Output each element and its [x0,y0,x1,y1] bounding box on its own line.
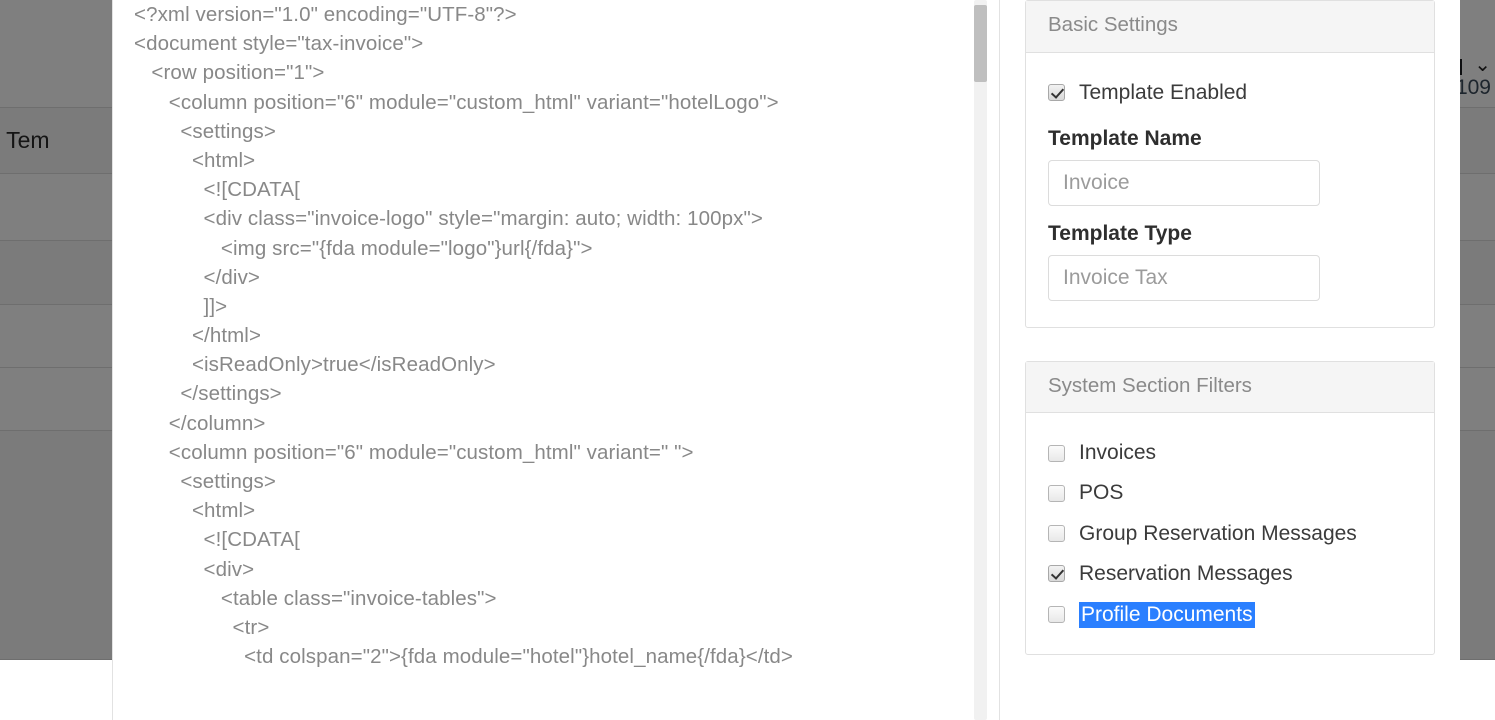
code-scrollbar-thumb[interactable] [974,5,987,82]
filter-label: POS [1079,481,1123,505]
system-section-filters-body: Invoices POS Group Reservation Messages Res… [1026,413,1434,654]
basic-settings-body: Template Enabled Template Name Template … [1026,53,1434,327]
code-line: <![CDATA[ [134,525,957,554]
code-line: <div> [134,555,957,584]
xml-code-editor-pane[interactable]: <?xml version="1.0" encoding="UTF-8"?><d… [112,0,1000,720]
filter-label: Reservation Messages [1079,562,1293,586]
filter-row-reservation-messages[interactable]: Reservation Messages [1048,562,1412,586]
code-line: <row position="1"> [134,58,957,87]
settings-sidebar: Basic Settings Template Enabled Template… [1000,0,1460,720]
filter-label: Profile Documents [1079,602,1255,628]
code-scroll-viewport: <?xml version="1.0" encoding="UTF-8"?><d… [134,0,957,720]
system-section-filters-header: System Section Filters [1026,362,1434,414]
filter-checkbox-invoices[interactable] [1048,445,1065,462]
code-line: <?xml version="1.0" encoding="UTF-8"?> [134,0,957,29]
code-line: <column position="6" module="custom_html… [134,88,957,117]
code-line: <document style="tax-invoice"> [134,29,957,58]
code-line: <![CDATA[ [134,175,957,204]
template-enabled-row[interactable]: Template Enabled [1048,81,1412,105]
code-line: <table class="invoice-tables"> [134,584,957,613]
template-enabled-checkbox[interactable] [1048,84,1065,101]
code-vertical-scrollbar[interactable] [974,0,987,720]
code-line: </column> [134,409,957,438]
template-name-input[interactable] [1048,160,1320,206]
xml-code-content[interactable]: <?xml version="1.0" encoding="UTF-8"?><d… [134,0,957,671]
basic-settings-panel: Basic Settings Template Enabled Template… [1025,0,1435,328]
filter-checkbox-group-reservation-messages[interactable] [1048,525,1065,542]
template-editor-modal: <?xml version="1.0" encoding="UTF-8"?><d… [112,0,1460,720]
code-line: </html> [134,321,957,350]
template-enabled-label: Template Enabled [1079,81,1247,105]
template-name-label: Template Name [1048,127,1412,151]
code-line: <isReadOnly>true</isReadOnly> [134,350,957,379]
code-line: <tr> [134,613,957,642]
filter-label: Invoices [1079,441,1156,465]
code-line: <html> [134,496,957,525]
filter-checkbox-profile-documents[interactable] [1048,606,1065,623]
code-line: ]]> [134,292,957,321]
template-type-input[interactable] [1048,255,1320,301]
code-line: <img src="{fda module="logo"}url{/fda}"> [134,234,957,263]
code-line: </settings> [134,379,957,408]
filter-row-invoices[interactable]: Invoices [1048,441,1412,465]
code-line: <settings> [134,467,957,496]
filter-row-pos[interactable]: POS [1048,481,1412,505]
code-line: <settings> [134,117,957,146]
system-section-filters-panel: System Section Filters Invoices POS Group … [1025,361,1435,655]
filter-row-group-reservation-messages[interactable]: Group Reservation Messages [1048,522,1412,546]
filter-row-profile-documents[interactable]: Profile Documents [1048,602,1412,628]
template-type-label: Template Type [1048,222,1412,246]
filter-checkbox-reservation-messages[interactable] [1048,565,1065,582]
code-line: <html> [134,146,957,175]
code-line: <td colspan="2">{fda module="hotel"}hote… [134,642,957,671]
code-line: <column position="6" module="custom_html… [134,438,957,467]
code-line: <div class="invoice-logo" style="margin:… [134,204,957,233]
filter-checkbox-pos[interactable] [1048,485,1065,502]
basic-settings-header: Basic Settings [1026,1,1434,53]
code-line: </div> [134,263,957,292]
filter-label: Group Reservation Messages [1079,522,1357,546]
